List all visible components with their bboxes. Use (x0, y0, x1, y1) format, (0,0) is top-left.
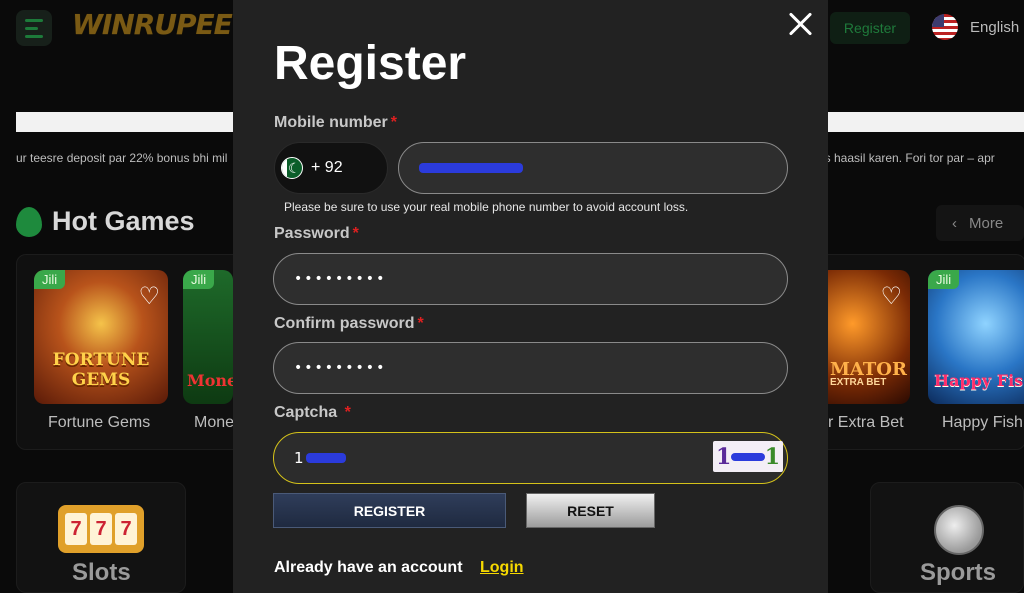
game-card-happy-fish[interactable]: Jili Happy Fis (928, 270, 1024, 404)
game-name[interactable]: r Extra Bet (828, 414, 904, 432)
required-mark: * (344, 404, 351, 421)
password-label: Password * (274, 225, 359, 242)
us-flag-icon (932, 14, 958, 40)
confirm-password-input[interactable]: ••••••••• (273, 342, 788, 394)
game-name[interactable]: Mone (194, 414, 234, 432)
heart-icon[interactable]: ♡ (138, 282, 160, 311)
required-mark: * (390, 114, 398, 131)
game-name[interactable]: Fortune Gems (48, 414, 150, 432)
hot-games-title: Hot Games (52, 206, 195, 236)
language-selector[interactable]: English (932, 14, 1019, 40)
game-name[interactable]: Happy Fish (942, 414, 1023, 432)
game-art-title: FORTUNE GEMS (52, 350, 150, 390)
pakistan-flag-icon (281, 157, 303, 179)
game-card-extra-bet[interactable]: ♡ MATOR EXTRA BET (828, 270, 910, 404)
country-code: + 92 (311, 159, 343, 176)
captcha-input-value: 1 (294, 449, 304, 467)
soccer-ball-icon (934, 505, 984, 555)
game-art-subtitle: EXTRA BET (830, 377, 887, 388)
captcha-image[interactable]: 1 1 (713, 441, 783, 472)
mobile-label: Mobile number * (274, 114, 398, 131)
required-mark: * (417, 315, 424, 332)
sports-label: Sports (920, 559, 997, 586)
hot-games-header: Hot Games (16, 206, 195, 237)
confirm-password-label: Confirm password * (274, 315, 424, 332)
game-card-mone[interactable]: Jili Mone (183, 270, 233, 404)
game-art-title: Happy Fis (934, 371, 1024, 390)
provider-tag: Jili (183, 270, 215, 289)
mobile-number-input[interactable] (398, 142, 788, 194)
already-have-account-text: Already have an account (274, 559, 463, 576)
site-logo[interactable]: WINRUPEE (72, 8, 233, 41)
register-button[interactable]: REGISTER (273, 493, 506, 528)
captcha-label: Captcha * (274, 404, 351, 421)
close-icon[interactable] (787, 10, 815, 38)
more-button[interactable]: ‹ More (936, 205, 1024, 241)
redacted-value (731, 452, 765, 461)
mobile-hint: Please be sure to use your real mobile p… (284, 200, 689, 214)
heart-icon[interactable]: ♡ (880, 282, 902, 311)
register-modal: Register Mobile number* + 92 Please be s… (233, 0, 828, 593)
more-label: More (969, 214, 1004, 232)
game-art-title: Mone (187, 371, 233, 390)
reset-button[interactable]: RESET (526, 493, 655, 528)
slot-machine-icon: 777 (58, 505, 144, 553)
chevron-left-icon: ‹ (952, 214, 957, 232)
menu-icon[interactable] (16, 10, 52, 46)
country-code-selector[interactable]: + 92 (274, 142, 388, 194)
captcha-input[interactable]: 1 (273, 432, 788, 484)
modal-title: Register (274, 37, 467, 90)
marquee-text-right: us haasil karen. Fori tor par – apr (818, 151, 995, 165)
redacted-value (305, 453, 346, 463)
redacted-value (419, 163, 523, 173)
marquee-text-left: ur teesre deposit par 22% bonus bhi mil (16, 151, 228, 165)
provider-tag: Jili (928, 270, 960, 289)
password-input[interactable]: ••••••••• (273, 253, 788, 305)
language-label: English (970, 18, 1020, 36)
login-link[interactable]: Login (480, 559, 524, 577)
game-card-fortune-gems[interactable]: Jili ♡ FORTUNE GEMS (34, 270, 168, 404)
header-register-button[interactable]: Register (830, 12, 910, 44)
slots-label: Slots (72, 559, 131, 586)
provider-tag: Jili (34, 270, 66, 289)
fire-icon (16, 206, 42, 237)
required-mark: * (352, 225, 359, 242)
